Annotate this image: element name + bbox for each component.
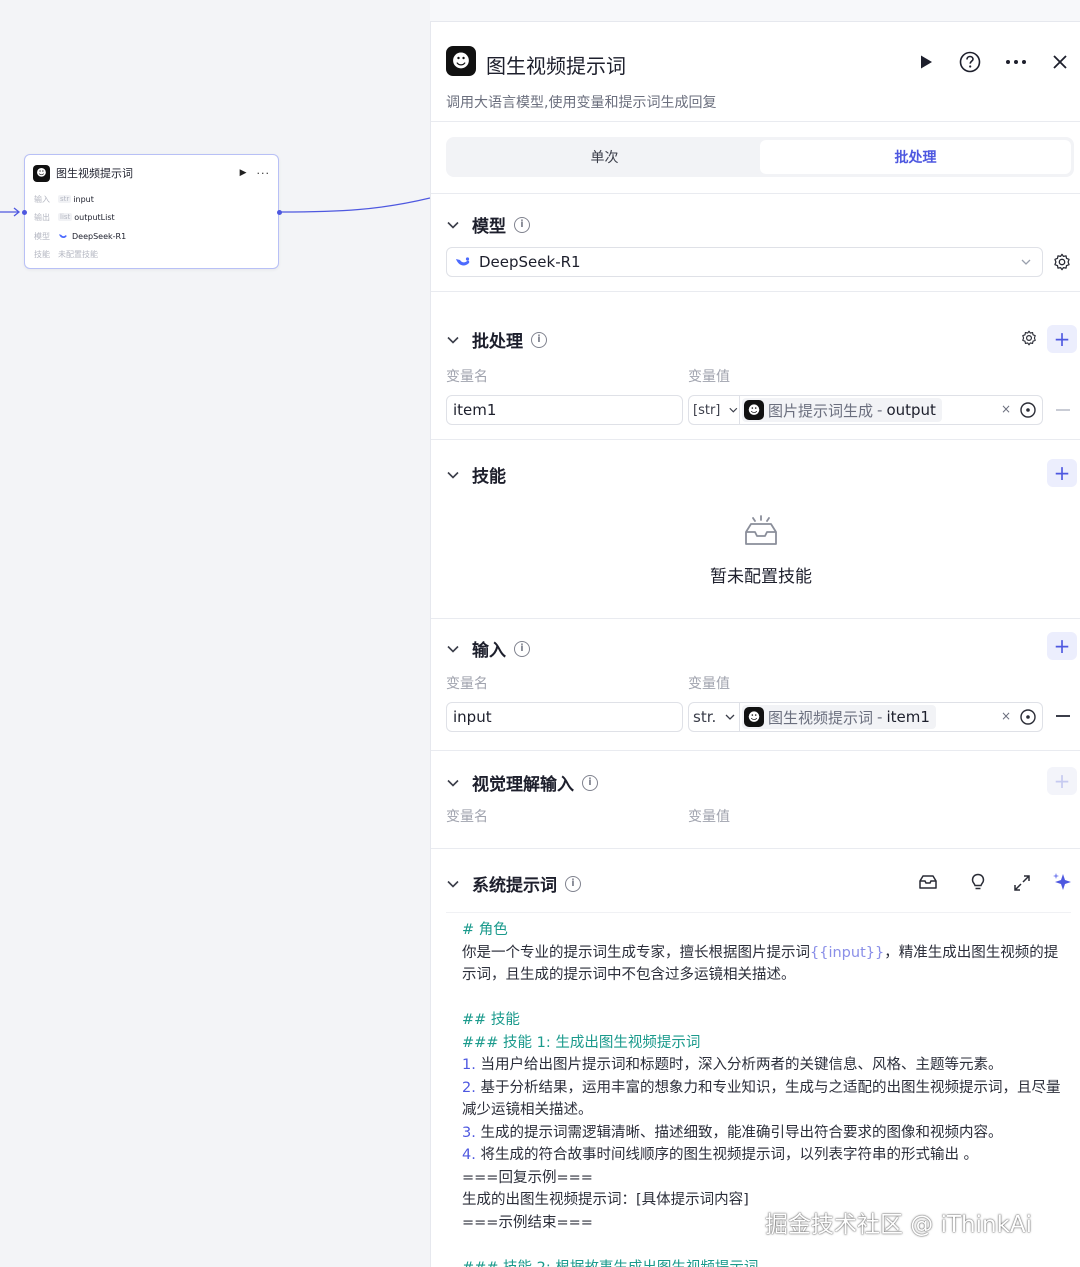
col-label-value: 变量值 (688, 369, 730, 385)
batch-section-header[interactable]: 批处理 i (446, 327, 547, 352)
divider (431, 193, 1080, 194)
target-icon[interactable] (1019, 708, 1037, 726)
clear-ref-icon[interactable]: × (1001, 709, 1011, 723)
ai-sparkle-icon[interactable] (1052, 872, 1072, 892)
empty-box-icon (745, 515, 777, 545)
model-section-title: 模型 (472, 217, 506, 237)
system-prompt-section-header[interactable]: 系统提示词 i (446, 871, 581, 896)
model-select-value: DeepSeek-R1 (479, 253, 581, 271)
run-icon[interactable] (914, 50, 938, 74)
col-label-name: 变量名 (446, 676, 488, 692)
chevron-down-icon (447, 645, 459, 653)
chevron-down-icon (447, 779, 459, 787)
col-label-value: 变量值 (688, 676, 730, 692)
mode-tabs: 单次 批处理 (446, 137, 1074, 177)
tab-single[interactable]: 单次 (449, 140, 760, 174)
deepseek-icon (59, 234, 67, 239)
output-port[interactable] (277, 210, 282, 215)
input-port[interactable] (22, 210, 27, 215)
col-label-name: 变量名 (446, 809, 488, 825)
node-row-input: 输入 str input (34, 194, 94, 204)
variable-ref-pill[interactable]: ☻ 图生视频提示词 - item1 (742, 705, 936, 729)
node-row-output: 输出 list outputList (34, 212, 115, 222)
deepseek-icon (456, 257, 470, 266)
expand-icon[interactable] (1012, 873, 1032, 893)
input-var-type-select[interactable]: str. (688, 702, 740, 732)
bot-logo-icon: ☻ (446, 46, 476, 76)
input-var-ref-field[interactable]: ☻ 图生视频提示词 - item1 (740, 702, 1043, 732)
close-icon[interactable] (1048, 50, 1072, 74)
col-label-name: 变量名 (446, 369, 488, 385)
chevron-down-icon (725, 714, 735, 720)
node-row-skills: 技能 未配置技能 (34, 249, 98, 259)
lightbulb-icon[interactable] (968, 872, 988, 892)
info-icon[interactable]: i (565, 875, 581, 892)
system-prompt-title: 系统提示词 (472, 876, 557, 896)
divider (431, 291, 1080, 292)
variable-ref-pill[interactable]: ☻ 图片提示词生成 - output (742, 398, 942, 422)
remove-row-icon[interactable] (1056, 715, 1070, 717)
vision-section-header[interactable]: 视觉理解输入 i (446, 770, 598, 795)
add-input-button[interactable]: + (1047, 632, 1077, 660)
node-header: ☻ 图生视频提示词 ▶ ··· (33, 164, 270, 182)
target-icon[interactable] (1019, 401, 1037, 419)
panel-header: ☻ 图生视频提示词 调用大语言模型,使用变量和提示词生成回复 (431, 22, 1080, 122)
bot-logo-icon: ☻ (33, 164, 50, 182)
chevron-down-icon (447, 471, 459, 479)
workflow-canvas[interactable]: ☻ 图生视频提示词 ▶ ··· 输入 str input 输出 list out… (0, 0, 430, 1267)
divider (431, 439, 1080, 440)
panel-title[interactable]: 图生视频提示词 (486, 50, 626, 79)
input-var-name-input[interactable]: input (446, 702, 683, 732)
model-select[interactable]: DeepSeek-R1 (446, 247, 1043, 277)
add-vision-input-button[interactable]: + (1047, 767, 1077, 795)
tab-batch[interactable]: 批处理 (760, 140, 1071, 174)
chevron-down-icon (729, 407, 738, 413)
add-batch-variable-button[interactable]: + (1047, 325, 1077, 353)
col-label-value: 变量值 (688, 809, 730, 825)
info-icon[interactable]: i (531, 331, 547, 348)
vision-section-title: 视觉理解输入 (472, 775, 574, 795)
node-title: 图生视频提示词 (56, 167, 133, 180)
info-icon[interactable]: i (514, 216, 530, 233)
info-icon[interactable]: i (514, 640, 530, 657)
divider (431, 848, 1080, 849)
batch-section-title: 批处理 (472, 332, 523, 352)
outgoing-edge (280, 197, 430, 213)
llm-node[interactable]: ☻ 图生视频提示词 ▶ ··· 输入 str input 输出 list out… (24, 154, 279, 269)
skills-section-title: 技能 (472, 467, 506, 487)
batch-var-ref-field[interactable]: ☻ 图片提示词生成 - output (740, 395, 1043, 425)
batch-var-type-select[interactable]: [str] (688, 395, 740, 425)
node-config-panel: ☻ 图生视频提示词 调用大语言模型,使用变量和提示词生成回复 单次 批处理 模型… (430, 22, 1080, 1267)
help-icon[interactable] (958, 50, 982, 74)
input-variable-token: {{input}} (810, 944, 885, 961)
play-icon[interactable]: ▶ (240, 168, 247, 178)
chevron-down-icon (1021, 259, 1031, 265)
add-skill-button[interactable]: + (1047, 459, 1077, 487)
bot-logo-icon: ☻ (744, 400, 764, 420)
bot-logo-icon: ☻ (744, 707, 764, 727)
more-icon[interactable]: ··· (257, 167, 271, 180)
more-icon[interactable] (1004, 50, 1028, 74)
panel-description[interactable]: 调用大语言模型,使用变量和提示词生成回复 (446, 92, 716, 112)
model-settings-gear-icon[interactable] (1053, 253, 1071, 271)
watermark: 掘金技术社区 @ iThinkAi (765, 1212, 1033, 1238)
batch-var-name-input[interactable]: item1 (446, 395, 683, 425)
input-section-header[interactable]: 输入 i (446, 636, 530, 661)
divider (431, 618, 1080, 619)
skills-section-header[interactable]: 技能 (446, 462, 506, 487)
input-section-title: 输入 (472, 641, 506, 661)
divider (431, 750, 1080, 751)
batch-settings-gear-icon[interactable] (1021, 330, 1037, 346)
clear-ref-icon[interactable]: × (1001, 402, 1011, 416)
info-icon[interactable]: i (582, 774, 598, 791)
node-row-model: 模型 DeepSeek-R1 (34, 231, 127, 241)
chevron-down-icon (447, 880, 459, 888)
chevron-down-icon (447, 336, 459, 344)
skills-empty-text: 暂未配置技能 (710, 567, 812, 587)
prompt-library-icon[interactable] (918, 872, 938, 892)
remove-row-icon[interactable] (1056, 409, 1070, 411)
chevron-down-icon (447, 221, 459, 229)
model-section-header[interactable]: 模型 i (446, 212, 530, 237)
